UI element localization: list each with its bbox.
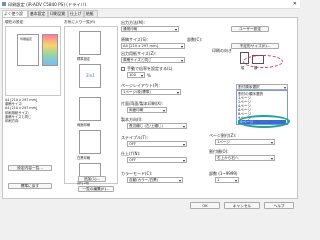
edit-presets-button[interactable]: 一覧の編集(E)...: [78, 186, 114, 192]
staple-select[interactable]: OFF: [127, 141, 187, 147]
layout-select[interactable]: 1ページ/枚(標準): [121, 89, 181, 95]
custom-settings-button[interactable]: ユーザー設定: [231, 26, 269, 32]
summary-line: 印刷方向:: [5, 119, 20, 124]
preview-caption: 印刷設定: [20, 37, 33, 41]
color-preview: [42, 34, 58, 66]
tab-basic[interactable]: 基本設定: [28, 10, 48, 17]
tab-finishing[interactable]: 仕上げ: [68, 10, 84, 17]
preview-panel: 印刷設定: [5, 26, 61, 96]
copies-label: 部数(C):: [187, 37, 203, 42]
preset-2in1-caption: 2in1: [86, 73, 95, 78]
view-settings-button[interactable]: 設定内容一覧...: [8, 165, 52, 171]
tab-favorites[interactable]: よく使う設定: [2, 10, 28, 22]
preset-name[interactable]: 白黒印刷: [77, 155, 90, 160]
preset-thumb[interactable]: 2in1: [79, 64, 101, 88]
ok-button[interactable]: OK: [190, 202, 220, 209]
count-input[interactable]: 1: [215, 177, 239, 183]
preset-name[interactable]: 標準設定: [77, 56, 90, 61]
finishing-select[interactable]: OFF: [127, 157, 187, 163]
printer-icon: [2, 2, 6, 6]
tab-paper-source[interactable]: 給紙: [84, 10, 98, 17]
binding-select[interactable]: 長辺綴じ (左/上綴じ): [127, 123, 187, 129]
tab-quality[interactable]: 印刷品質: [48, 10, 68, 17]
tab-bar: よく使う設定 基本設定 印刷品質 仕上げ 給紙: [0, 9, 300, 22]
preset-thumb[interactable]: [79, 130, 101, 154]
dropdown-highlight: [238, 115, 290, 128]
color-mode-select[interactable]: 自動(カラー/白黒): [127, 177, 183, 183]
zoom-input[interactable]: 100: [127, 72, 145, 78]
preset-thumb[interactable]: [79, 31, 101, 55]
presets-label: お気に入り一覧(R): [64, 20, 96, 24]
custom-size-button[interactable]: 不定形サイズ(E)...: [231, 43, 279, 49]
direction-select[interactable]: 右上から右へ: [215, 155, 275, 161]
duplex-select[interactable]: 両面印刷: [127, 107, 167, 113]
output-method-select[interactable]: 通常印刷: [121, 26, 179, 32]
add-preset-button[interactable]: 追加(1)...: [78, 176, 106, 182]
title-bar: 印刷設定 (iR-ADV C5840 PS) (ドライバ) ✕: [0, 0, 300, 9]
zoom-checkbox[interactable]: [121, 67, 125, 71]
zoom-unit: %: [147, 73, 151, 78]
portrait-label: 縦: [241, 66, 245, 70]
current-settings-label: 現在の設定: [5, 20, 24, 24]
page-preview: 印刷設定: [17, 34, 39, 66]
settings-summary: A4 [210 x 297 mm] 原稿サイズ: A4 [210 x 297 m…: [5, 98, 61, 138]
preset-thumb[interactable]: [79, 97, 101, 121]
close-icon[interactable]: ✕: [293, 1, 297, 7]
paper-size-select[interactable]: A4 [210 x 297 mm]: [121, 43, 185, 49]
preset-name[interactable]: 両面印刷: [77, 122, 90, 127]
cancel-button[interactable]: キャンセル: [224, 202, 260, 209]
orientation-label: 印刷の向き: [212, 48, 232, 53]
restore-defaults-button[interactable]: 標準に戻す: [8, 183, 52, 189]
presets-list: 標準設定 2in1 両面印刷 白黒印刷 割付2枚: [64, 26, 118, 185]
output-size-select[interactable]: 原稿サイズと同じ: [121, 57, 185, 63]
orientation-highlight: [243, 55, 283, 68]
window-title: 印刷設定 (iR-ADV C5840 PS) (ドライバ): [8, 2, 87, 7]
help-button[interactable]: ヘルプ: [264, 202, 294, 209]
nup-select[interactable]: 1ページ: [215, 139, 275, 145]
